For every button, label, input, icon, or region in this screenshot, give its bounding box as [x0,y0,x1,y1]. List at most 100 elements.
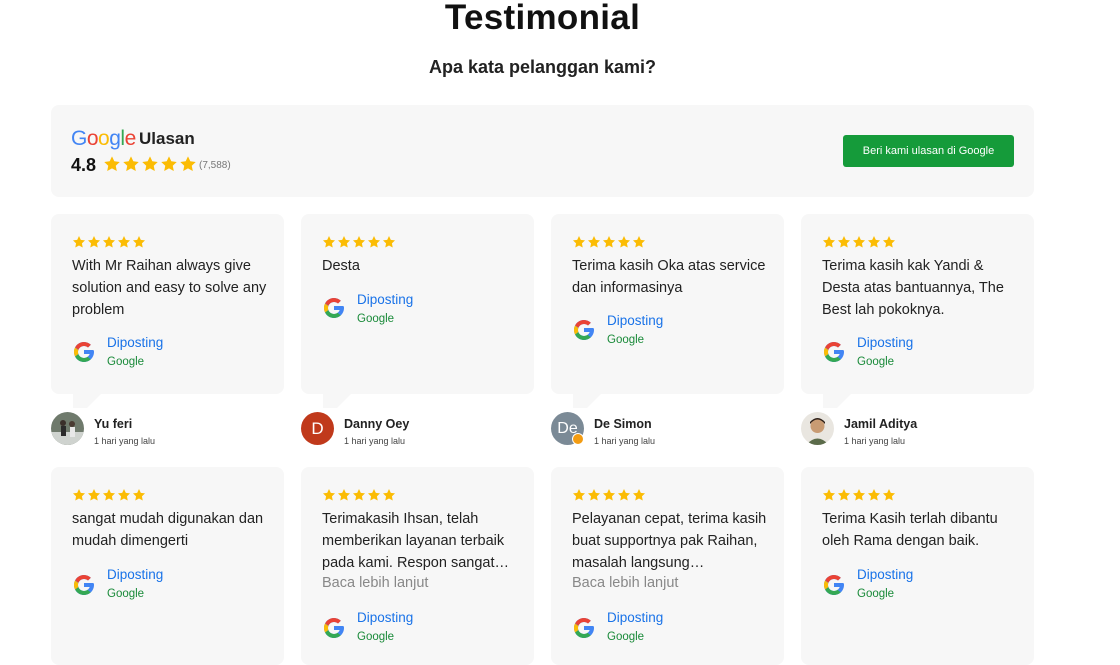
read-more-link[interactable]: Baca lebih lanjut [322,575,428,591]
speech-bubble-tail [823,394,851,408]
review-star-rating [72,488,146,502]
star-icon [602,489,616,501]
star-icon [117,489,131,501]
star-icon [123,156,139,172]
google-g-icon [72,340,96,364]
review-card: Terima kasih Oka atas service dan inform… [551,214,784,394]
star-icon [617,489,631,501]
review-text: Terima kasih Oka atas service dan inform… [572,258,766,296]
review-star-rating [572,488,646,502]
star-icon [632,236,646,248]
star-icon [87,489,101,501]
posted-label[interactable]: Diposting [607,610,663,625]
review-author: Yu feri 1 hari yang lalu [51,412,251,448]
star-icon [102,236,116,248]
author-name: Jamil Aditya [844,417,918,431]
review-source: Google [857,588,895,600]
author-avatar [801,412,834,445]
reviews-label: Ulasan [139,129,195,148]
posted-label[interactable]: Diposting [107,567,163,582]
posted-label[interactable]: Diposting [857,335,913,350]
review-text: sangat mudah digunakan dan mudah dimenge… [72,511,264,549]
star-icon [587,236,601,248]
review-star-rating [822,488,896,502]
review-card: Terima Kasih terlah dibantu oleh Rama de… [801,467,1034,665]
review-star-rating [72,235,146,249]
star-icon [602,236,616,248]
star-icon [822,489,836,501]
speech-bubble-tail [573,394,601,408]
google-g-icon [322,616,346,640]
star-icon [867,236,881,248]
review-time: 1 hari yang lalu [344,436,406,446]
google-reviews-summary: Google Ulasan 4.8 (7,588) Beri kami ulas… [51,105,1034,197]
posted-label[interactable]: Diposting [357,292,413,307]
review-source: Google [357,631,395,643]
star-icon [102,489,116,501]
star-icon [322,236,336,248]
review-card: With Mr Raihan always give solution and … [51,214,284,394]
star-icon [337,489,351,501]
star-icon [837,489,851,501]
review-count: (7,588) [199,160,231,171]
star-icon [132,236,146,248]
review-source: Google [107,356,145,368]
speech-bubble-tail [73,394,101,408]
star-icon [337,236,351,248]
google-logo: Google [71,127,136,150]
speech-bubble-tail [323,394,351,408]
review-card: Terima kasih kak Yandi & Desta atas bant… [801,214,1034,394]
star-icon [322,489,336,501]
google-g-icon [572,318,596,342]
star-icon [352,489,366,501]
google-g-icon [572,616,596,640]
star-icon [852,236,866,248]
google-g-icon [322,296,346,320]
review-author: D Danny Oey 1 hari yang lalu [301,412,501,448]
review-source: Google [607,631,645,643]
posted-label[interactable]: Diposting [357,610,413,625]
review-author: Jamil Aditya 1 hari yang lalu [801,412,1001,448]
review-card: sangat mudah digunakan dan mudah dimenge… [51,467,284,665]
google-g-icon [822,340,846,364]
star-icon [142,156,158,172]
author-name: Danny Oey [344,417,410,431]
write-review-button[interactable]: Beri kami ulasan di Google [843,135,1014,167]
review-text: Desta [322,258,360,274]
star-icon [87,236,101,248]
review-source: Google [107,588,145,600]
average-rating: 4.8 [71,155,97,175]
review-star-rating [322,235,396,249]
review-text: Terima Kasih terlah dibantu oleh Rama de… [822,511,998,549]
local-guide-badge-icon [572,433,584,445]
star-icon [367,236,381,248]
star-icon [572,489,586,501]
review-star-rating [322,488,396,502]
posted-label[interactable]: Diposting [607,313,663,328]
star-icon [367,489,381,501]
review-text: Terima kasih kak Yandi & Desta atas bant… [822,258,1004,318]
star-icon [72,489,86,501]
star-icon [104,156,120,172]
summary-star-rating [103,155,197,173]
posted-label[interactable]: Diposting [107,335,163,350]
star-icon [117,236,131,248]
star-icon [382,236,396,248]
read-more-link[interactable]: Baca lebih lanjut [572,575,678,591]
review-source: Google [357,313,395,325]
star-icon [572,236,586,248]
author-avatar: D [301,412,334,445]
review-star-rating [822,235,896,249]
star-icon [587,489,601,501]
google-g-icon [822,573,846,597]
star-icon [882,236,896,248]
review-text: With Mr Raihan always give solution and … [72,258,267,318]
review-time: 1 hari yang lalu [94,436,156,446]
star-icon [352,236,366,248]
review-star-rating [572,235,646,249]
review-source: Google [607,334,645,346]
review-text: Pelayanan cepat, terima kasih buat suppo… [572,511,767,571]
google-g-icon [72,573,96,597]
posted-label[interactable]: Diposting [857,567,913,582]
author-name: Yu feri [94,417,133,431]
